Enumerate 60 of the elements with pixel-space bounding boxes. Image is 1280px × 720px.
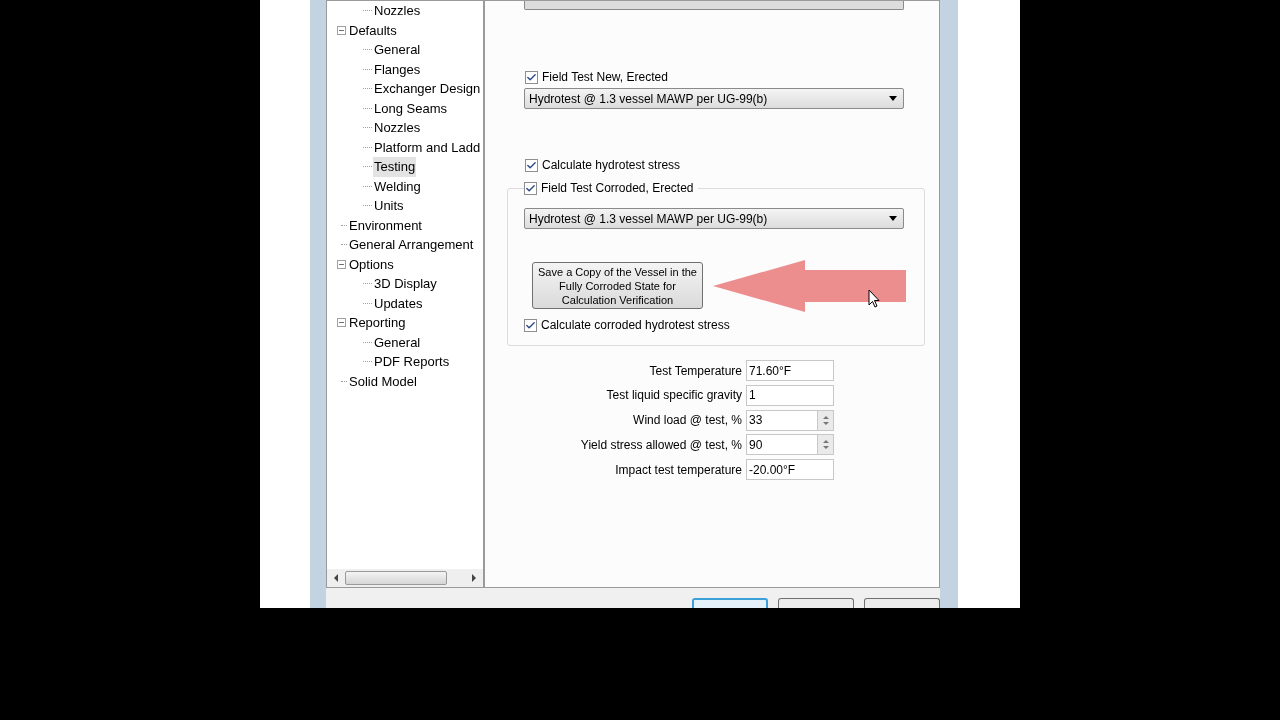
scroll-right-button[interactable] (472, 574, 476, 582)
field-label: Test liquid specific gravity (605, 387, 742, 405)
dialog-button[interactable] (692, 598, 768, 608)
checkbox-label: Field Test Corroded, Erected (541, 180, 694, 197)
input-field[interactable]: 71.60°F (746, 360, 834, 381)
tree-item[interactable]: Reporting (348, 313, 407, 333)
input-field[interactable]: 1 (746, 384, 834, 406)
field-label: Impact test temperature (614, 461, 742, 479)
checkbox-label: Calculate hydrotest stress (542, 157, 681, 174)
tree-item[interactable]: Testing (373, 157, 417, 177)
tree-item[interactable]: Solid Model (348, 371, 418, 391)
tree-item[interactable]: Units (373, 196, 405, 216)
tree-item[interactable]: Welding (373, 176, 422, 196)
field-label: Wind load @ test, % (632, 412, 742, 429)
checkbox[interactable] (524, 181, 537, 195)
dropdown-arrow-icon (889, 96, 897, 101)
dialog-button[interactable] (864, 598, 940, 608)
scroll-left-button[interactable] (334, 574, 338, 582)
collapse-icon[interactable] (337, 25, 346, 35)
collapse-icon[interactable] (337, 259, 346, 269)
field-label: Test Temperature (648, 362, 742, 380)
tree-item[interactable]: General Arrangement (348, 235, 475, 255)
tree-item[interactable]: Nozzles (373, 118, 422, 138)
spinner-arrows-icon[interactable] (817, 435, 833, 455)
mouse-cursor-icon (868, 289, 880, 308)
tree-item[interactable]: Environment (348, 215, 423, 235)
checkbox-label: Calculate corroded hydrotest stress (541, 317, 730, 334)
dialog-button[interactable] (778, 598, 854, 608)
field-label: Yield stress allowed @ test, % (579, 436, 742, 454)
tree-item[interactable]: 3D Display (373, 274, 438, 294)
dropdown-arrow-icon (889, 216, 897, 221)
check-icon (525, 319, 536, 331)
tree-item[interactable]: Exchanger Design (373, 79, 482, 99)
scroll-thumb[interactable] (345, 571, 447, 585)
checkbox-label: Field Test New, Erected (542, 69, 668, 86)
tree-item[interactable]: Platform and Ladd (373, 137, 482, 157)
spinner-field[interactable]: 90 (746, 434, 834, 456)
checkbox[interactable] (524, 318, 537, 332)
tree-item[interactable]: Nozzles (373, 1, 422, 21)
checkbox[interactable] (525, 70, 538, 84)
check-icon (526, 71, 537, 83)
tree-item[interactable]: Long Seams (373, 98, 448, 118)
tree-item[interactable]: PDF Reports (373, 352, 451, 372)
save-copy-button[interactable]: Save a Copy of the Vessel in the Fully Corroded State for Calculation Verification (532, 262, 703, 309)
dropdown[interactable]: Hydrotest @ 1.3 vessel MAWP per UG-99(b) (524, 88, 904, 109)
collapse-icon[interactable] (337, 318, 346, 328)
input-field[interactable]: -20.00°F (746, 459, 834, 480)
spinner-arrows-icon[interactable] (817, 410, 833, 430)
check-icon (525, 182, 536, 194)
checkbox[interactable] (525, 158, 538, 172)
tree-item[interactable]: Flanges (373, 59, 422, 79)
tree-item[interactable]: General (373, 332, 422, 352)
dropdown[interactable]: Hydrotest @ 1.3 vessel MAWP per UG-99(b) (524, 208, 904, 229)
tree-item[interactable]: Updates (373, 293, 424, 313)
check-icon (526, 159, 537, 171)
dropdown[interactable] (524, 1, 904, 10)
tree-item[interactable]: Defaults (348, 20, 398, 40)
tree-item[interactable]: General (373, 40, 422, 60)
tree-item[interactable]: Options (348, 254, 395, 274)
spinner-field[interactable]: 33 (746, 409, 834, 431)
